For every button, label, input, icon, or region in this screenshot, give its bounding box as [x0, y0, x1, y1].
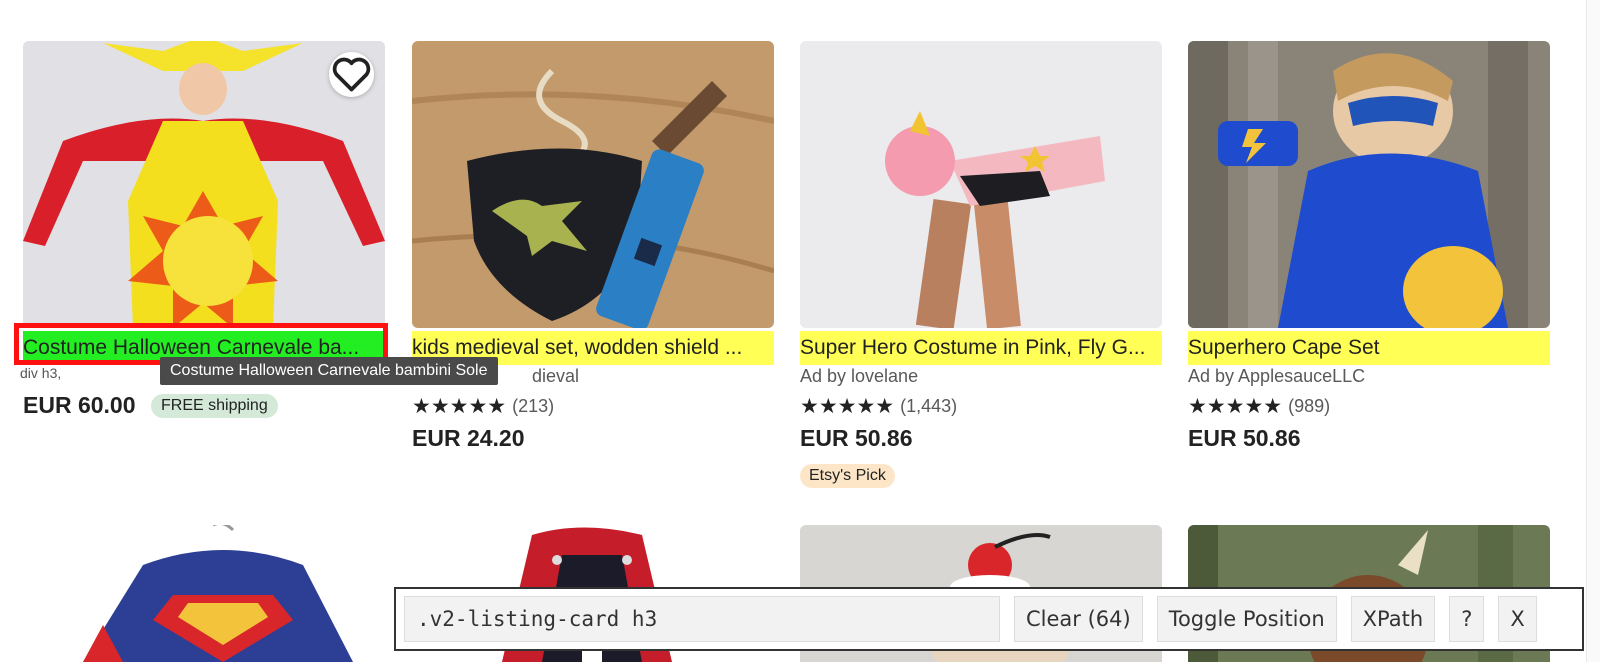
listing-price: EUR 60.00: [23, 392, 136, 418]
css-selector-input[interactable]: .v2-listing-card h3: [404, 596, 1000, 642]
free-shipping-badge: FREE shipping: [151, 394, 278, 418]
star-rating-icon: ★★★★★: [1188, 395, 1283, 418]
listing-title[interactable]: Super Hero Costume in Pink, Fly G...: [800, 331, 1162, 365]
listing-image-pink-hero[interactable]: [800, 41, 1162, 328]
rating: ★★★★★ (213): [412, 394, 554, 419]
shop-name[interactable]: dieval: [532, 366, 579, 387]
listing-title[interactable]: Superhero Cape Set: [1188, 331, 1550, 365]
rating: ★★★★★ (1,443): [800, 394, 957, 419]
shop-name[interactable]: Ad by ApplesauceLLC: [1188, 366, 1365, 387]
listing-image-medieval-set[interactable]: [412, 41, 774, 328]
toggle-position-button[interactable]: Toggle Position: [1156, 596, 1337, 642]
star-rating-icon: ★★★★★: [800, 395, 895, 418]
xpath-button[interactable]: XPath: [1350, 596, 1436, 642]
review-count: (213): [512, 396, 555, 416]
etsys-pick-badge: Etsy's Pick: [800, 464, 895, 488]
selector-gadget-toolbar: .v2-listing-card h3 Clear (64) Toggle Po…: [394, 587, 1584, 651]
help-button[interactable]: ?: [1449, 596, 1485, 642]
pink-hero-photo: [800, 41, 1162, 328]
element-path-label: div h3,: [20, 365, 62, 381]
listing-price: EUR 50.86: [800, 425, 913, 451]
listing-image-superman-cape[interactable]: [23, 525, 385, 662]
rating: ★★★★★ (989): [1188, 394, 1330, 419]
listing-image-superhero-cape[interactable]: [1188, 41, 1550, 328]
superhero-cape-photo: [1188, 41, 1550, 328]
listing-price: EUR 24.20: [412, 425, 525, 451]
review-count: (989): [1288, 396, 1331, 416]
listing-price: EUR 50.86: [1188, 425, 1301, 451]
shop-name[interactable]: Ad by lovelane: [800, 366, 918, 387]
favorite-button[interactable]: [329, 52, 374, 97]
shop-name-text: dieval: [532, 366, 580, 386]
page-scrollbar[interactable]: [1586, 0, 1600, 662]
review-count: (1,443): [900, 396, 958, 416]
clear-button[interactable]: Clear (64): [1014, 596, 1143, 642]
superman-cape-photo: [23, 525, 385, 662]
listing-image-sun-costume[interactable]: [23, 41, 385, 328]
close-button[interactable]: X: [1498, 596, 1537, 642]
heart-icon: [332, 57, 371, 92]
star-rating-icon: ★★★★★: [412, 395, 507, 418]
element-tooltip: Costume Halloween Carnevale bambini Sole: [160, 357, 498, 385]
medieval-set-photo: [412, 41, 774, 328]
